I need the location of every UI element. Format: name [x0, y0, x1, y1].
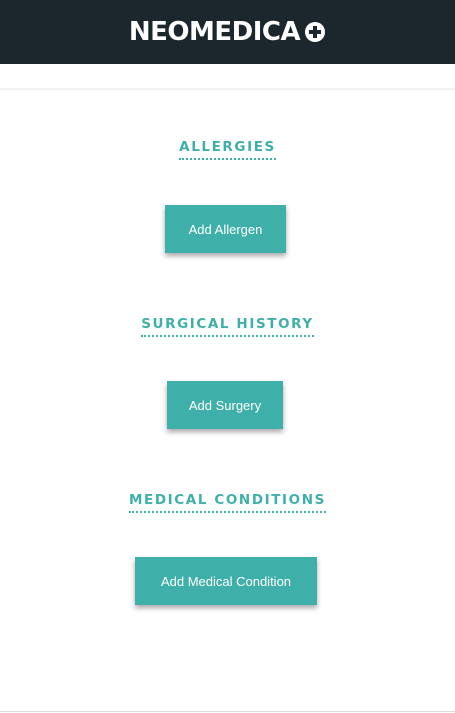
brand-logo[interactable]: NEOMEDICA [129, 17, 326, 47]
allergies-title: ALLERGIES [179, 139, 276, 160]
allergies-heading: ALLERGIES [0, 138, 455, 160]
add-medical-condition-button[interactable]: Add Medical Condition [135, 557, 317, 605]
footer-divider [0, 711, 455, 712]
add-allergen-button[interactable]: Add Allergen [165, 205, 286, 253]
medical-conditions-title: MEDICAL CONDITIONS [129, 492, 326, 513]
logo-text: NEOMEDICA [128, 17, 301, 47]
surgical-history-title: SURGICAL HISTORY [141, 316, 314, 337]
plus-circle-icon [305, 22, 326, 42]
medical-conditions-heading: MEDICAL CONDITIONS [0, 491, 455, 513]
surgical-history-heading: SURGICAL HISTORY [0, 315, 455, 337]
header-divider [0, 88, 455, 90]
app-header: NEOMEDICA [0, 0, 455, 64]
add-surgery-button[interactable]: Add Surgery [167, 381, 283, 429]
